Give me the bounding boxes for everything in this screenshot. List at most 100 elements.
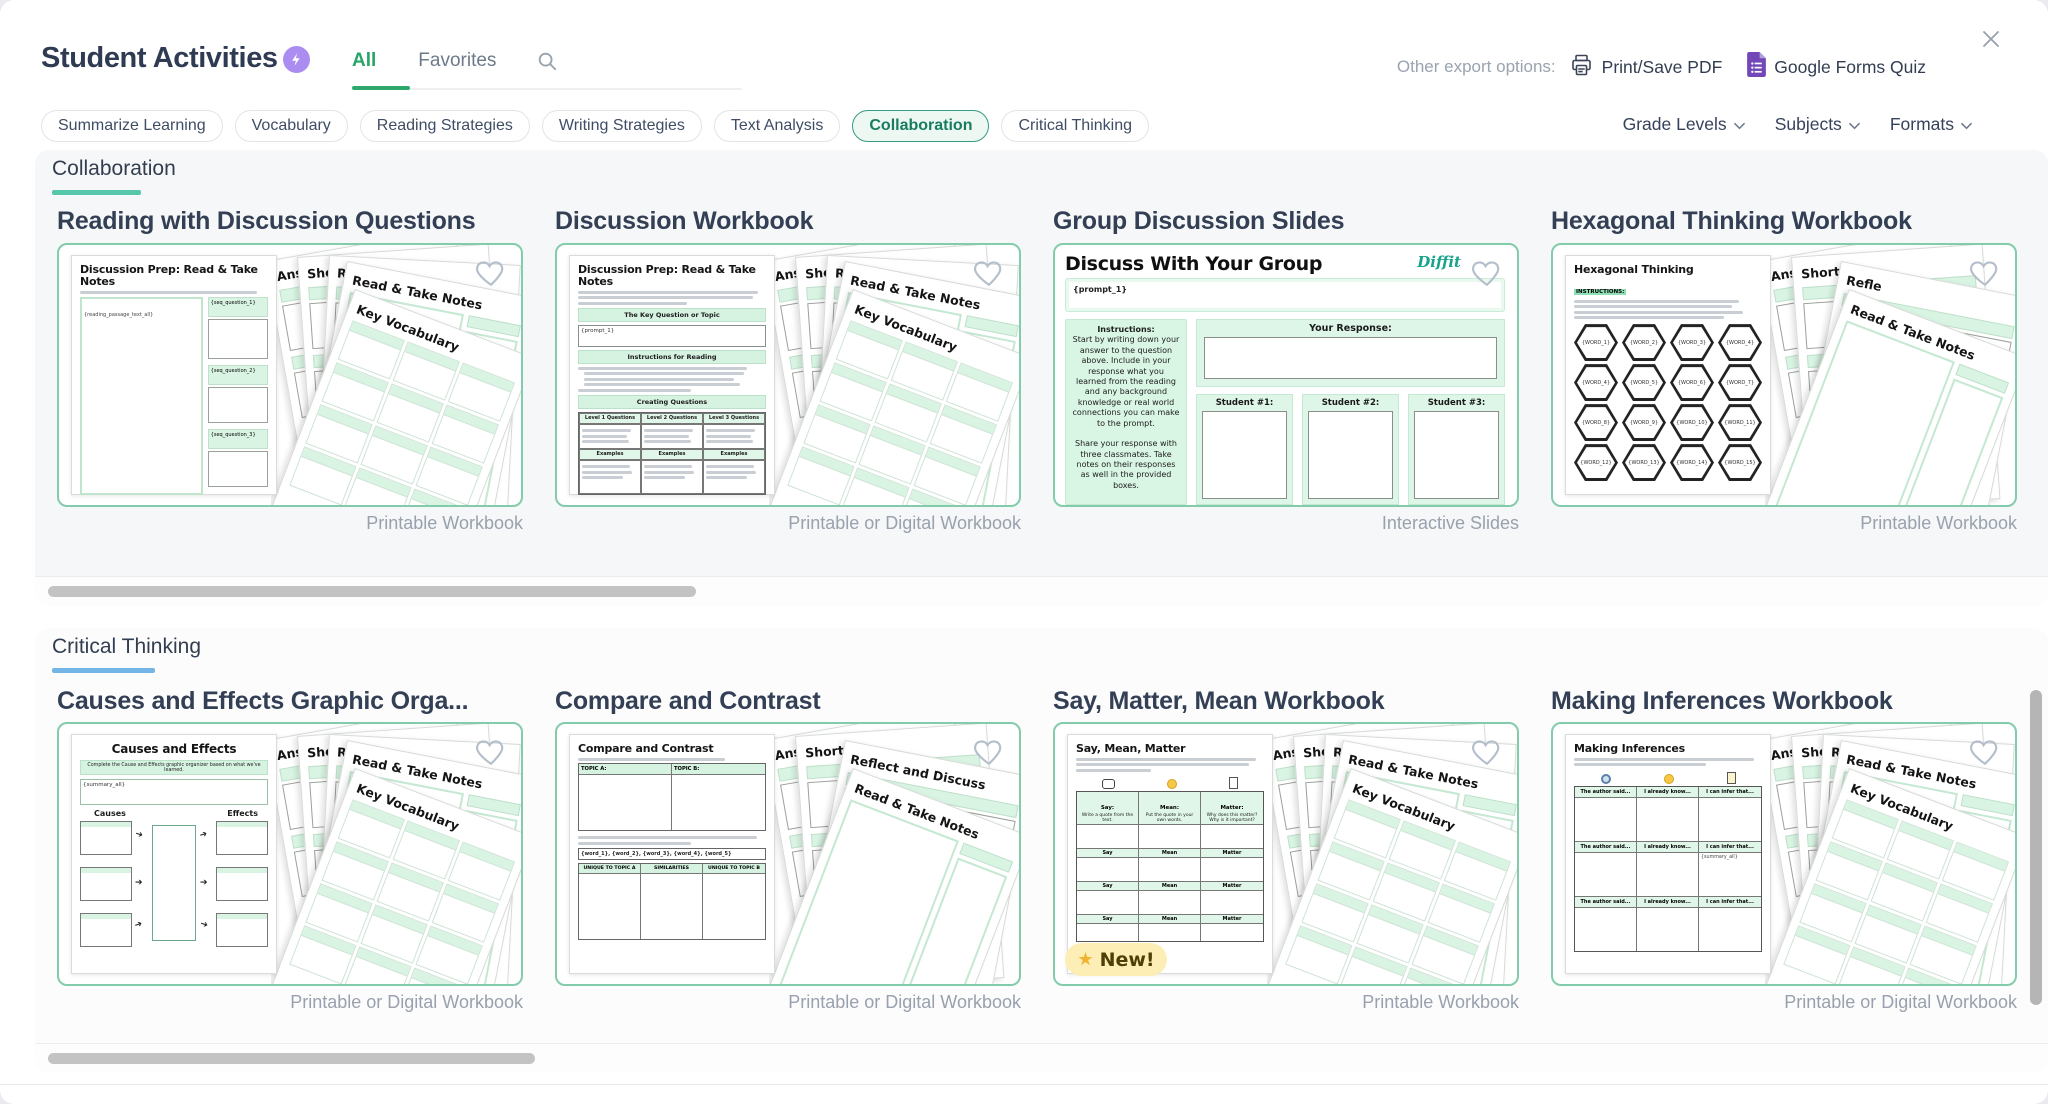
card-thumbnail: AnsweShort ARefleRead & Take NotesKey Vo…: [59, 724, 521, 984]
format-caption: Printable or Digital Workbook: [555, 992, 1021, 1013]
worksheet-front-page: Compare and Contrast TOPIC A: TOPIC B: {…: [569, 734, 775, 974]
cards-icon: [1727, 772, 1736, 784]
bottom-divider: [0, 1084, 2048, 1085]
horizontal-scrollbar-thumb[interactable]: [48, 586, 696, 597]
card-thumbnail: AnsweShort ARefleRead & Take NotesKey Vo…: [1055, 724, 1517, 984]
card-title: Group Discussion Slides: [1053, 207, 1344, 236]
favorite-heart-icon[interactable]: [1968, 256, 2002, 293]
close-icon[interactable]: [1976, 24, 2006, 54]
lightning-bolt-icon: [283, 46, 310, 73]
magnifier-icon: [1601, 774, 1611, 784]
favorite-heart-icon[interactable]: [1470, 256, 1504, 293]
tab-track: [352, 88, 742, 90]
filter-chips: Summarize Learning Vocabulary Reading St…: [41, 110, 1149, 142]
document-icon: [1229, 777, 1238, 789]
activity-card[interactable]: Discuss With Your Group Diffit {prompt_1…: [1053, 243, 1519, 507]
section-label: Collaboration: [52, 157, 176, 181]
subjects-dropdown[interactable]: Subjects: [1775, 114, 1860, 135]
activity-card[interactable]: AnsweShort ARefleRead & Take Notes Hexag…: [1551, 243, 2017, 507]
horizontal-scrollbar-track[interactable]: [35, 1043, 2048, 1073]
horizontal-scrollbar-thumb[interactable]: [48, 1053, 535, 1064]
favorite-heart-icon[interactable]: [474, 256, 508, 293]
card-thumbnail: Discuss With Your Group Diffit {prompt_1…: [1055, 245, 1517, 505]
google-forms-icon: [1747, 52, 1766, 82]
activity-card[interactable]: AnsweShort ARefleRead & Take NotesKey Vo…: [57, 722, 523, 986]
search-icon[interactable]: [536, 50, 558, 72]
chip-summarize-learning[interactable]: Summarize Learning: [41, 110, 223, 142]
format-caption: Printable Workbook: [1551, 513, 2017, 534]
tab-all[interactable]: All: [352, 50, 376, 72]
worksheet-front-page: Causes and Effects Complete the Cause an…: [71, 734, 277, 974]
chip-reading-strategies[interactable]: Reading Strategies: [360, 110, 530, 142]
filter-dropdowns: Grade Levels Subjects Formats: [1623, 114, 1972, 135]
card-thumbnail: AnsweShort ARefleRead & Take NotesKey Vo…: [1553, 724, 2015, 984]
chip-collaboration[interactable]: Collaboration: [852, 110, 989, 142]
print-save-pdf-label: Print/Save PDF: [1602, 57, 1723, 78]
chevron-down-icon: [1961, 114, 1972, 135]
favorite-heart-icon[interactable]: [474, 735, 508, 772]
card-title: Hexagonal Thinking Workbook: [1551, 207, 1912, 236]
worksheet-front-page: Making Inferences The author said...I al…: [1565, 734, 1771, 974]
chevron-down-icon: [1849, 114, 1860, 135]
format-caption: Printable Workbook: [57, 513, 523, 534]
google-forms-quiz-label: Google Forms Quiz: [1774, 57, 1926, 78]
worksheet-front-page: Say, Mean, Matter Say:Write a quote from…: [1067, 734, 1273, 974]
export-options-label: Other export options:: [1397, 57, 1556, 77]
horizontal-scrollbar-track[interactable]: [35, 576, 2048, 606]
format-caption: Printable or Digital Workbook: [555, 513, 1021, 534]
chip-text-analysis[interactable]: Text Analysis: [714, 110, 840, 142]
chip-vocabulary[interactable]: Vocabulary: [235, 110, 348, 142]
card-title: Say, Matter, Mean Workbook: [1053, 687, 1384, 716]
card-title: Causes and Effects Graphic Orga...: [57, 687, 468, 716]
diffit-logo: Diffit: [1417, 253, 1461, 271]
card-title: Discussion Workbook: [555, 207, 813, 236]
printer-icon: [1569, 53, 1594, 82]
formats-dropdown[interactable]: Formats: [1890, 114, 1972, 135]
card-title: Compare and Contrast: [555, 687, 820, 716]
chevron-down-icon: [1734, 114, 1745, 135]
worksheet-front-page: Discussion Prep: Read & Take Notes The K…: [569, 255, 775, 495]
section-collaboration: Collaboration Reading with Discussion Qu…: [35, 150, 2048, 606]
chip-writing-strategies[interactable]: Writing Strategies: [542, 110, 702, 142]
favorite-heart-icon[interactable]: [972, 256, 1006, 293]
card-title: Making Inferences Workbook: [1551, 687, 1893, 716]
activity-card[interactable]: AnsweShort ARefleRead & Take NotesKey Vo…: [555, 243, 1021, 507]
chip-critical-thinking[interactable]: Critical Thinking: [1001, 110, 1149, 142]
activity-card[interactable]: AnsweShort ARefleRead & Take NotesKey Vo…: [1053, 722, 1519, 986]
card-thumbnail: AnsweShort ARefleRead & Take NotesKey Vo…: [59, 245, 521, 505]
favorite-heart-icon[interactable]: [1968, 735, 2002, 772]
active-tab-underline: [352, 86, 410, 90]
worksheet-front-page: Discussion Prep: Read & Take Notes {read…: [71, 255, 277, 495]
lightbulb-icon: [1664, 774, 1674, 784]
section-label: Critical Thinking: [52, 635, 201, 659]
card-thumbnail: AnsweShortReflect and DiscussRead & Take…: [557, 724, 1019, 984]
card-thumbnail: AnsweShort ARefleRead & Take Notes Hexag…: [1553, 245, 2015, 505]
favorite-heart-icon[interactable]: [1470, 735, 1504, 772]
print-save-pdf-button[interactable]: Print/Save PDF: [1569, 53, 1723, 82]
activity-card[interactable]: AnsweShort ARefleRead & Take NotesKey Vo…: [1551, 722, 2017, 986]
grade-levels-dropdown[interactable]: Grade Levels: [1623, 114, 1745, 135]
student-activities-panel: Student Activities All Favorites Other e…: [0, 0, 2048, 1104]
google-forms-quiz-button[interactable]: Google Forms Quiz: [1747, 52, 1926, 82]
activity-card[interactable]: AnsweShort ARefleRead & Take NotesKey Vo…: [57, 243, 523, 507]
vertical-scrollbar-thumb[interactable]: [2030, 690, 2042, 1005]
lightbulb-icon: [1167, 779, 1177, 789]
speech-bubble-icon: [1102, 779, 1115, 789]
section-critical-thinking: Critical Thinking Causes and Effects Gra…: [35, 628, 2048, 1073]
section-accent-underline: [52, 668, 155, 673]
page-title: Student Activities: [41, 42, 278, 75]
star-icon: ★: [1077, 951, 1093, 969]
card-thumbnail: AnsweShort ARefleRead & Take NotesKey Vo…: [557, 245, 1019, 505]
tabs: All Favorites: [352, 50, 558, 72]
format-caption: Printable or Digital Workbook: [1551, 992, 2017, 1013]
new-badge: ★ New!: [1065, 943, 1167, 976]
slide-preview: Discuss With Your Group Diffit {prompt_1…: [1065, 253, 1505, 495]
format-caption: Printable Workbook: [1053, 992, 1519, 1013]
tab-favorites[interactable]: Favorites: [418, 50, 496, 72]
export-options: Other export options: Print/Save PDF Goo…: [1397, 52, 1926, 82]
section-accent-underline: [52, 190, 141, 195]
format-caption: Interactive Slides: [1053, 513, 1519, 534]
worksheet-front-page: Hexagonal Thinking INSTRUCTIONS: {WORD_1…: [1565, 255, 1771, 495]
favorite-heart-icon[interactable]: [972, 735, 1006, 772]
activity-card[interactable]: AnsweShortReflect and DiscussRead & Take…: [555, 722, 1021, 986]
